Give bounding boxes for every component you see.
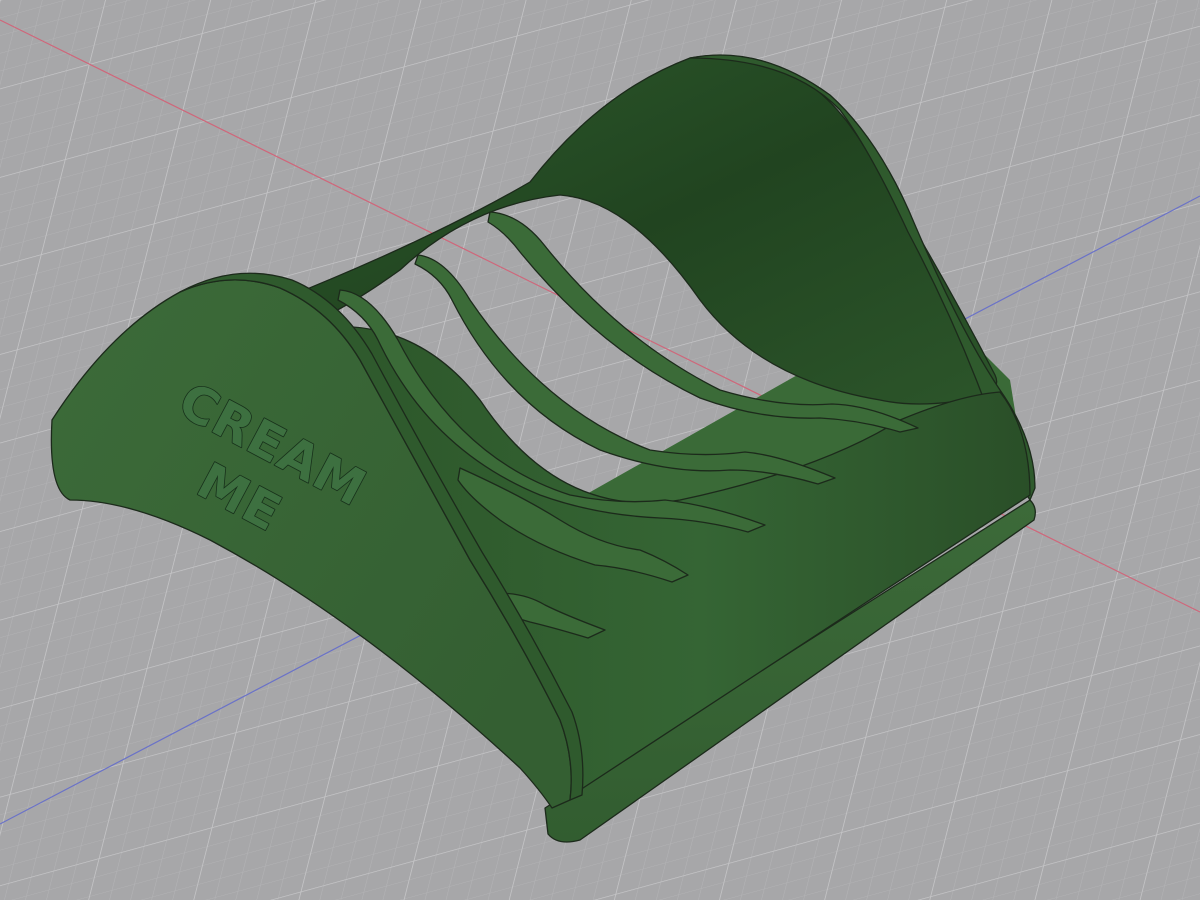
cad-viewport[interactable]: CREAM ME bbox=[0, 0, 1200, 900]
viewport-canvas[interactable]: CREAM ME bbox=[0, 0, 1200, 900]
